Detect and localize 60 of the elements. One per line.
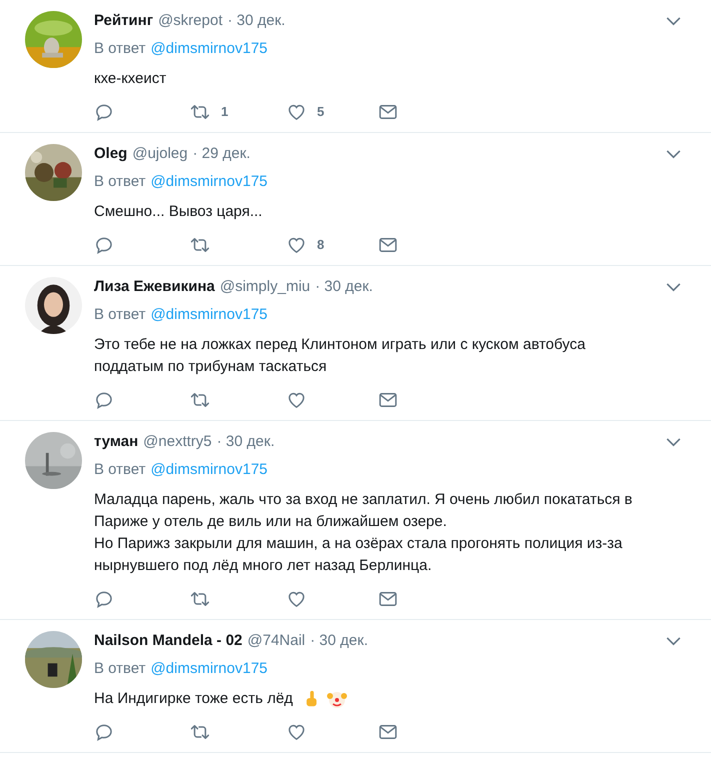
- heart-icon[interactable]: [286, 722, 307, 742]
- tweet-date[interactable]: · 30 дек.: [216, 432, 275, 452]
- envelope-icon[interactable]: [378, 722, 398, 742]
- envelope-icon[interactable]: [378, 589, 398, 609]
- envelope-icon[interactable]: [378, 102, 398, 122]
- mention-link[interactable]: @dimsmirnov175: [150, 460, 268, 480]
- envelope-icon[interactable]: [378, 390, 398, 410]
- heart-icon[interactable]: [286, 102, 307, 122]
- tweet-text: кхе-кхеист: [94, 69, 166, 89]
- author-name[interactable]: Лиза Ежевикина: [94, 277, 215, 297]
- author-handle[interactable]: @skrepot: [158, 11, 222, 31]
- reply-icon[interactable]: [94, 235, 114, 255]
- tweet-text: Но Парижз закрыли для машин, а на озёрах стала прогонять полиция из-за нырнувшего под лёд много лет назад Берлинца.: [94, 534, 624, 576]
- author-name[interactable]: туман: [94, 432, 138, 452]
- retweet-count: 1: [221, 103, 228, 122]
- chevron-down-icon[interactable]: [666, 636, 681, 646]
- tweet-text: Маладца парень, жаль что за вход не заплатил. Я очень любил покататься в Париже у отель де виль или на ближайшем озере.: [94, 490, 634, 532]
- chevron-down-icon[interactable]: [666, 438, 681, 446]
- mention-link[interactable]: @dimsmirnov175: [150, 305, 268, 325]
- retweet-icon[interactable]: [189, 390, 211, 410]
- author-handle[interactable]: @nexttry5: [143, 432, 212, 452]
- reply-icon[interactable]: [94, 589, 114, 609]
- retweet-icon[interactable]: [189, 235, 211, 255]
- like-count: 8: [317, 236, 324, 254]
- reply-label: В ответ: [94, 659, 146, 679]
- envelope-icon[interactable]: [378, 235, 398, 255]
- tweet-text: Это тебе не на ложках перед Клинтоном играть или с куском автобуса поддатым по трибунам таскаться: [94, 335, 586, 377]
- author-name[interactable]: Oleg: [94, 144, 128, 164]
- author-handle[interactable]: @74Nail: [247, 631, 306, 651]
- tweet-date[interactable]: · 30 дек.: [315, 277, 373, 297]
- retweet-icon[interactable]: [189, 589, 211, 609]
- retweet-icon[interactable]: [189, 722, 211, 742]
- like-count: 5: [317, 103, 324, 122]
- tweet-date[interactable]: · 30 дек.: [310, 631, 368, 651]
- chevron-down-icon[interactable]: [666, 16, 681, 26]
- mention-link[interactable]: @dimsmirnov175: [150, 39, 268, 59]
- tweet-date[interactable]: · 30 дек.: [228, 11, 286, 31]
- heart-icon[interactable]: [286, 589, 307, 609]
- reply-icon[interactable]: [94, 102, 114, 122]
- author-name[interactable]: Рейтинг: [94, 11, 154, 31]
- author-handle[interactable]: @ujoleg: [132, 144, 188, 164]
- retweet-icon[interactable]: [189, 102, 211, 122]
- reply-label: В ответ: [94, 305, 146, 325]
- heart-icon[interactable]: [286, 390, 307, 410]
- mention-link[interactable]: @dimsmirnov175: [150, 172, 268, 192]
- reply-label: В ответ: [94, 39, 146, 59]
- author-handle[interactable]: @simply_miu: [220, 277, 310, 297]
- reply-label: В ответ: [94, 460, 146, 480]
- heart-icon[interactable]: [286, 235, 307, 255]
- chevron-down-icon[interactable]: [666, 282, 681, 292]
- reply-label: В ответ: [94, 172, 146, 192]
- tweet-text: На Индигирке тоже есть лёд: [94, 689, 293, 709]
- tweet-date[interactable]: · 29 дек.: [192, 144, 250, 164]
- mention-link[interactable]: @dimsmirnov175: [150, 659, 268, 679]
- chevron-down-icon[interactable]: [666, 150, 681, 158]
- clown-icon: [326, 689, 347, 709]
- tweet-text: Смешно... Вывоз царя...: [94, 202, 262, 222]
- author-name[interactable]: Nailson Mandela - 02: [94, 631, 242, 651]
- reply-icon[interactable]: [94, 390, 114, 410]
- reply-icon[interactable]: [94, 722, 114, 742]
